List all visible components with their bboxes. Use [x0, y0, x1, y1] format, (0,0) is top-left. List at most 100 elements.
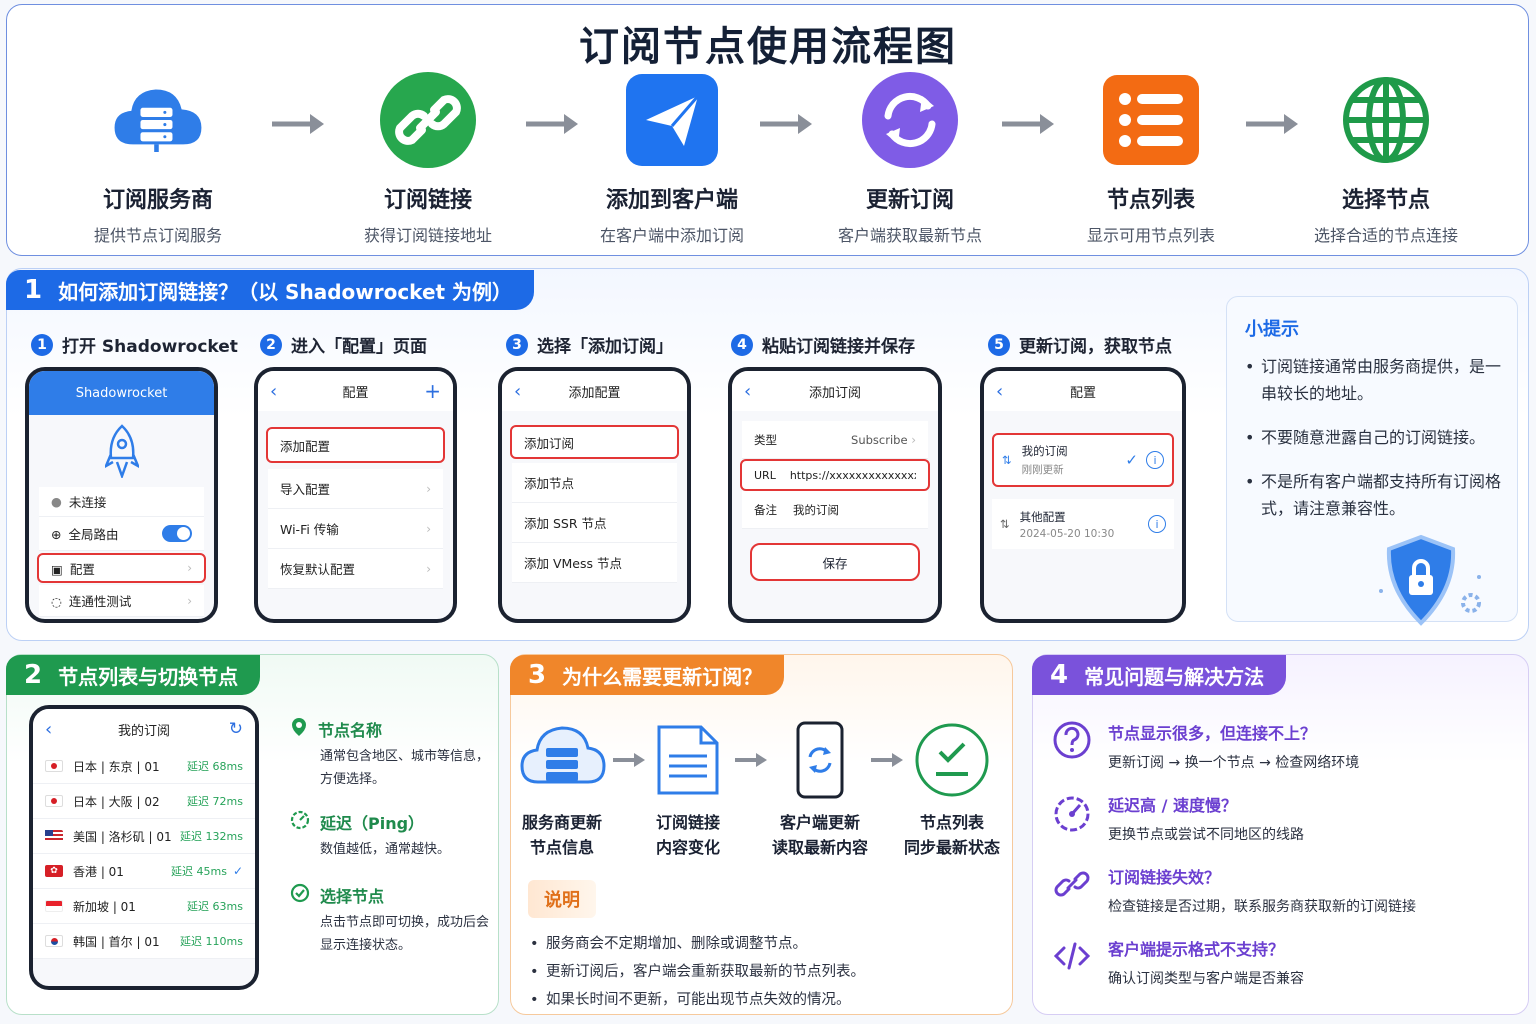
row-add-vmess[interactable]: 添加 VMess 节点 [512, 543, 677, 583]
phone-add-config: ‹ 添加配置 添加订阅 添加节点 添加 SSR 节点 添加 VMess 节点 [498, 367, 691, 623]
node-row[interactable]: 日本 | 东京 | 01 延迟 68ms [33, 749, 255, 784]
row-connectivity-test[interactable]: ◌ 连通性测试 › [39, 585, 204, 617]
refresh-icon[interactable]: ↻ [229, 719, 243, 739]
back-icon[interactable]: ‹ [270, 381, 277, 402]
save-button[interactable]: 保存 [750, 543, 920, 581]
phone-refresh-icon [760, 720, 880, 800]
shield-lock-icon [1379, 534, 1481, 626]
step-label: 选择「添加订阅」 [537, 337, 673, 357]
row-add-subscription[interactable]: 添加订阅 [510, 425, 679, 459]
field-label: 备注 [754, 502, 777, 517]
arrow-right-icon [526, 114, 578, 134]
arrow-right-icon [871, 753, 903, 767]
location-pin-icon [290, 717, 308, 741]
field-value: 我的订阅 [793, 502, 839, 517]
step-label: 打开 Shadowrocket [62, 337, 238, 357]
flow-desc: 客户端获取最新节点 [837, 226, 982, 245]
row-note[interactable]: 备注 我的订阅 [742, 491, 928, 529]
tip-item: 不要随意泄露自己的订阅链接。 [1245, 424, 1513, 451]
flow-step-add-client: 添加到客户端 在客户端中添加订阅 [562, 72, 782, 246]
step-number: 4 [731, 333, 753, 356]
row-label: 未连接 [68, 495, 107, 510]
node-latency: 延迟 110ms [180, 935, 243, 948]
refresh-icon [862, 72, 958, 168]
row-label: 添加 SSR 节点 [524, 516, 607, 531]
row-label: 全局路由 [68, 527, 119, 542]
faq-answer: 确认订阅类型与客户端是否兼容 [1108, 971, 1304, 987]
info-icon[interactable]: i [1146, 451, 1164, 469]
faq-answer: 更新订阅 → 换一个节点 → 检查网络环境 [1108, 755, 1360, 771]
step-number: 5 [988, 333, 1010, 356]
subscription-item-other[interactable]: ⇅ 其他配置 2024-05-20 10:30 i [992, 499, 1174, 549]
row-import-config[interactable]: 导入配置 › [268, 469, 443, 509]
step-number: 3 [506, 333, 528, 356]
node-row[interactable]: 日本 | 大阪 | 02 延迟 72ms [33, 784, 255, 819]
flow-title: 节点列表 [1106, 188, 1195, 213]
flow-step-link: 订阅链接 获得订阅链接地址 [318, 72, 538, 246]
row-type[interactable]: 类型 Subscribe › [742, 421, 928, 459]
row-label: 添加订阅 [524, 435, 575, 451]
field-value: Subscribe [851, 432, 908, 447]
sort-handle-icon: ⇅ [1002, 453, 1012, 467]
info-desc: 通常包含地区、城市等信息，方便选择。 [320, 749, 490, 787]
note-item: 服务商会不定期增加、删除或调整节点。 [528, 930, 865, 958]
info-icon[interactable]: i [1148, 515, 1166, 533]
node-name: 日本 | 东京 | 01 [73, 759, 160, 774]
section-1-header: 1 如何添加订阅链接？（以 Shadowrocket 为例） [6, 270, 535, 310]
step-4-heading: 4 粘贴订阅链接并保存 [731, 332, 915, 357]
config-icon: ▣ [51, 561, 63, 577]
node-row[interactable]: 韩国 | 首尔 | 01 延迟 110ms [33, 924, 255, 959]
row-wifi-transfer[interactable]: Wi-Fi 传输 › [268, 509, 443, 549]
row-label: Wi-Fi 传输 [280, 522, 339, 537]
chevron-right-icon: › [426, 521, 431, 536]
node-row-selected[interactable]: ✿ 香港 | 01 延迟 45ms ✓ [33, 854, 255, 889]
row-add-config[interactable]: 添加配置 [266, 427, 445, 463]
back-icon[interactable]: ‹ [45, 719, 52, 740]
node-row[interactable]: 美国 | 洛杉矶 | 01 延迟 132ms [33, 819, 255, 854]
node-name: 香港 | 01 [73, 864, 124, 879]
step-label: 更新订阅，获取节点 [1019, 337, 1172, 357]
plus-icon[interactable]: + [424, 379, 441, 403]
section-number: 2 [24, 660, 43, 690]
node-row[interactable]: 新加坡 | 01 延迟 63ms [33, 889, 255, 924]
row-restore-default[interactable]: 恢复默认配置 › [268, 549, 443, 589]
row-label: 添加配置 [280, 438, 331, 454]
tips-list: 订阅链接通常由服务商提供，是一串较长的地址。 不要随意泄露自己的订阅链接。 不是… [1245, 353, 1513, 539]
row-config-highlight[interactable]: ▣ 配置 › [37, 553, 206, 583]
info-latency: 延迟（Ping） 数值越低，通常越快。 [290, 810, 495, 861]
update-line1: 客户端更新 [779, 813, 860, 832]
rocket-icon [29, 415, 214, 487]
back-icon[interactable]: ‹ [514, 381, 521, 402]
toggle-switch[interactable] [162, 525, 192, 542]
code-icon [1048, 936, 1096, 988]
row-add-ssr[interactable]: 添加 SSR 节点 [512, 503, 677, 543]
step-number: 1 [31, 333, 53, 356]
faq-answer: 更换节点或尝试不同地区的线路 [1108, 827, 1304, 843]
back-icon[interactable]: ‹ [996, 381, 1003, 402]
update-notes: 说明 服务商会不定期增加、删除或调整节点。 更新订阅后，客户端会重新获取最新的节… [528, 880, 865, 1014]
url-field[interactable]: URL https://xxxxxxxxxxxxxx [740, 459, 930, 491]
subscription-item-active[interactable]: ⇅ 我的订阅 刚刚更新 ✓ i [992, 433, 1174, 487]
chain-link-icon [380, 72, 476, 168]
flow-step-node-list: 节点列表 显示可用节点列表 [1041, 72, 1261, 246]
node-latency: 延迟 68ms [187, 760, 243, 773]
chevron-right-icon: › [187, 561, 192, 575]
row-global-route[interactable]: ⊕ 全局路由 [39, 517, 204, 551]
chevron-right-icon: › [426, 481, 431, 496]
flow-title: 订阅服务商 [102, 188, 213, 213]
note-item: 如果长时间不更新，可能出现节点失效的情况。 [528, 986, 865, 1014]
node-latency: 延迟 63ms [187, 900, 243, 913]
step-label: 粘贴订阅链接并保存 [762, 337, 915, 357]
arrow-right-icon [735, 753, 767, 767]
row-add-node[interactable]: 添加节点 [512, 463, 677, 503]
node-name: 美国 | 洛杉矶 | 01 [73, 829, 172, 844]
korea-flag-icon [45, 935, 63, 947]
broken-link-icon [1048, 864, 1096, 916]
section-2-header: 2 节点列表与切换节点 [6, 655, 261, 695]
faq-question: 延迟高 / 速度慢？ [1108, 796, 1237, 815]
step-1-heading: 1 打开 Shadowrocket [31, 332, 238, 357]
step-3-heading: 3 选择「添加订阅」 [506, 332, 673, 357]
check-list-icon [892, 720, 1012, 800]
update-line2: 同步最新状态 [903, 838, 1000, 857]
back-icon[interactable]: ‹ [744, 381, 751, 402]
